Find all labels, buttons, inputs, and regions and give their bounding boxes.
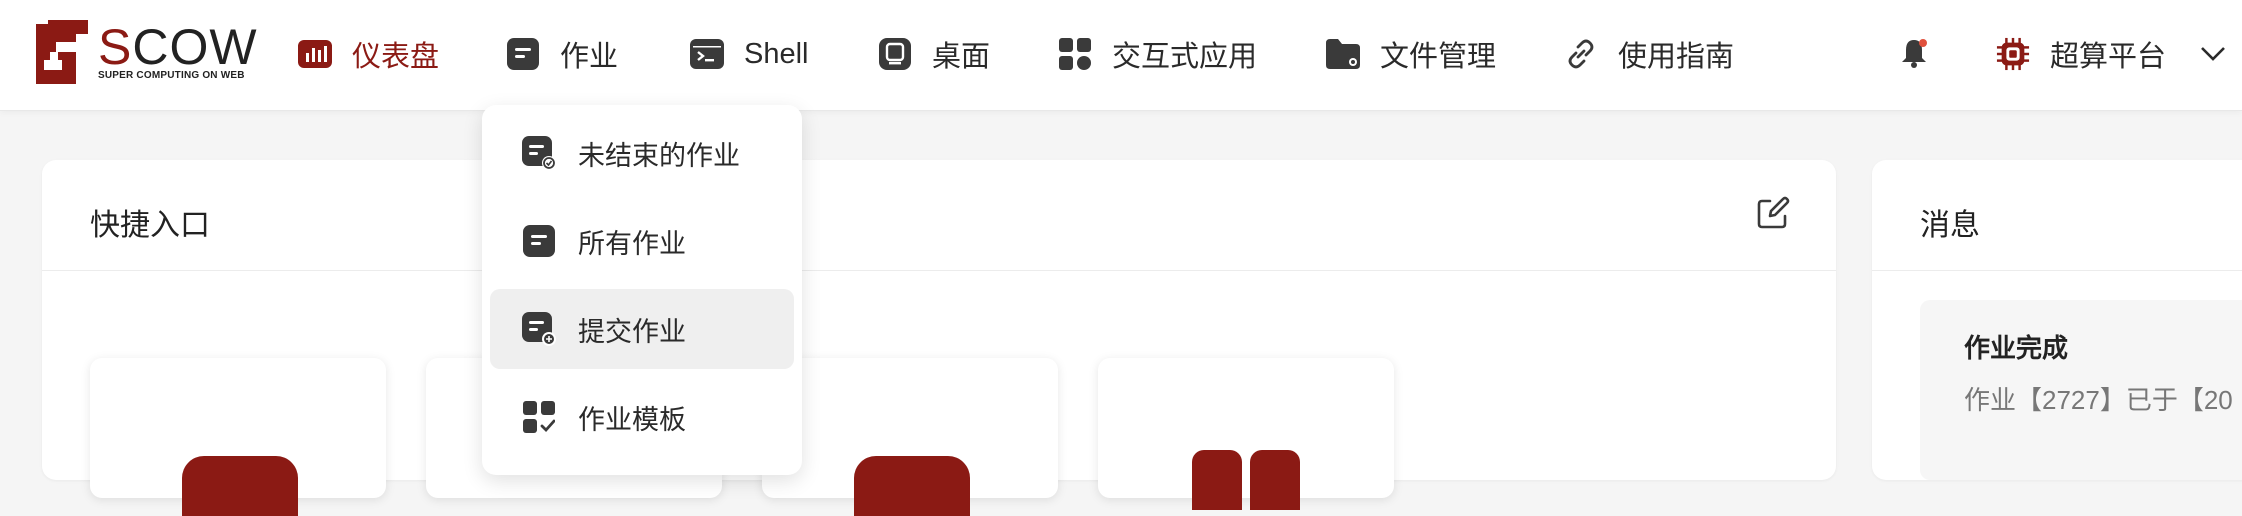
platform-label: 超算平台 [2050, 41, 2167, 73]
message-title: 作业完成 [1964, 333, 2069, 363]
job-icon [522, 224, 556, 258]
nav-dashboard[interactable]: 仪表盘 [298, 28, 439, 80]
logo-brand: SCOW [98, 19, 258, 75]
dashboard-chart-icon [298, 37, 332, 71]
job-icon [506, 37, 540, 71]
bell-icon [1900, 39, 1928, 72]
menu-item-job-templates[interactable]: 作业模板 [490, 377, 794, 457]
top-header: SCOW SUPER COMPUTING ON WEB 仪表盘 作业 Shell… [0, 0, 2242, 111]
desktop-icon [878, 37, 912, 71]
platform-selector[interactable]: 超算平台 [1996, 28, 2226, 80]
notification-button[interactable] [1900, 38, 1928, 90]
apps-grid-icon [1058, 37, 1092, 71]
terminal-icon [690, 37, 724, 71]
menu-item-label: 作业模板 [578, 404, 686, 435]
tile-icon [1250, 450, 1300, 510]
quick-entry-title: 快捷入口 [90, 209, 210, 242]
message-body: 作业【2727】已于【20 [1964, 385, 2233, 415]
tile-icon [182, 456, 298, 516]
nav-dashboard-label: 仪表盘 [352, 41, 440, 73]
quick-entry-tile[interactable] [90, 358, 386, 516]
chevron-down-icon [2200, 46, 2226, 62]
tile-icon [1192, 450, 1242, 510]
nav-file-management[interactable]: 文件管理 [1326, 28, 1496, 80]
menu-item-label: 提交作业 [578, 316, 686, 347]
logo-tagline: SUPER COMPUTING ON WEB [98, 70, 245, 81]
nav-shell[interactable]: Shell [690, 28, 809, 80]
menu-item-all-jobs[interactable]: 所有作业 [490, 201, 794, 281]
nav-shell-label: Shell [744, 37, 809, 70]
template-grid-icon [522, 400, 556, 434]
nav-interactive-apps-label: 交互式应用 [1112, 41, 1258, 73]
quick-entry-tile[interactable] [762, 358, 1058, 516]
messages-card: 消息 作业完成 作业【2727】已于【20 [1872, 160, 2242, 480]
jobs-dropdown-menu: 未结束的作业 所有作业 提交作业 作业模板 [482, 105, 802, 475]
edit-icon[interactable] [1756, 196, 1790, 235]
quick-entry-divider [42, 270, 1836, 271]
job-submit-icon [522, 312, 556, 346]
message-item[interactable]: 作业完成 作业【2727】已于【20 [1920, 300, 2242, 480]
menu-item-unfinished-jobs[interactable]: 未结束的作业 [490, 113, 794, 193]
nav-jobs-label: 作业 [560, 41, 619, 73]
menu-item-label: 所有作业 [578, 228, 686, 259]
nav-file-management-label: 文件管理 [1380, 41, 1497, 73]
tile-icon [854, 456, 970, 516]
nav-desktop-label: 桌面 [932, 41, 991, 73]
quick-entry-tile[interactable] [1098, 358, 1394, 510]
messages-title: 消息 [1920, 209, 1980, 242]
nav-jobs[interactable]: 作业 [506, 28, 618, 80]
nav-user-guide[interactable]: 使用指南 [1564, 28, 1734, 80]
chip-icon [1996, 37, 2030, 71]
menu-item-label: 未结束的作业 [578, 140, 740, 171]
nav-desktop[interactable]: 桌面 [878, 28, 990, 80]
quick-entry-card: 快捷入口 [42, 160, 1836, 516]
job-running-icon [522, 136, 556, 170]
menu-item-submit-job[interactable]: 提交作业 [490, 289, 794, 369]
link-icon [1564, 37, 1598, 71]
scow-logo-mark [36, 20, 88, 84]
nav-user-guide-label: 使用指南 [1618, 41, 1735, 73]
messages-divider [1872, 270, 2242, 271]
folder-icon [1326, 37, 1360, 71]
nav-interactive-apps[interactable]: 交互式应用 [1058, 28, 1257, 80]
